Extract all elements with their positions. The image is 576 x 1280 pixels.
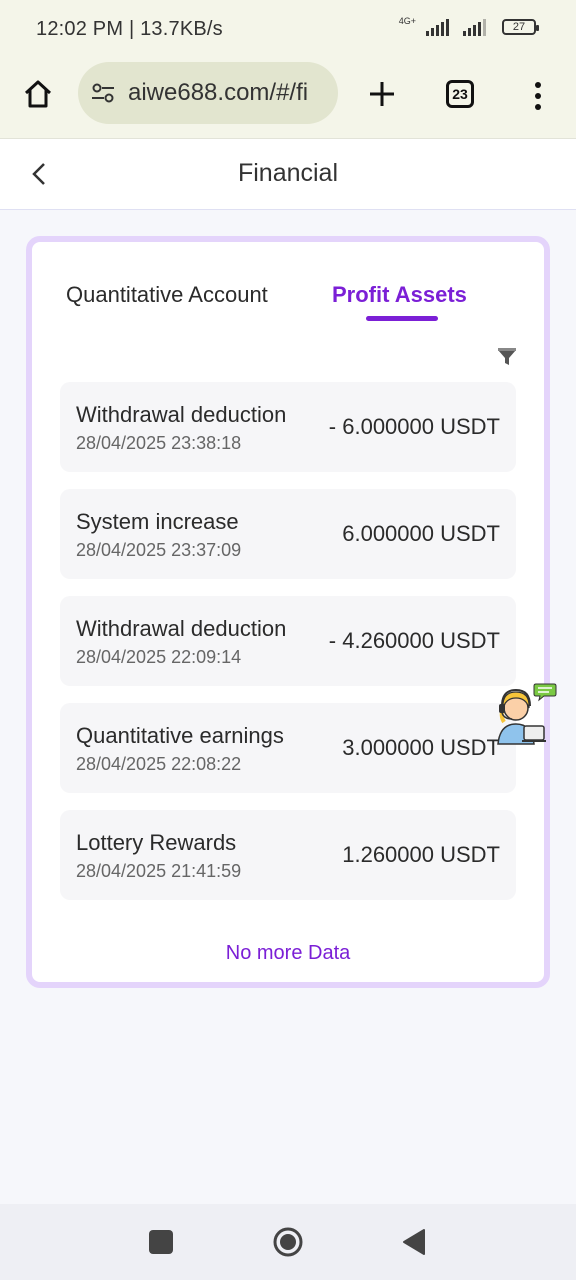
nav-back-icon[interactable]	[402, 1228, 426, 1256]
record-title: Withdrawal deduction	[76, 616, 287, 641]
record-title: Lottery Rewards	[76, 830, 237, 855]
customer-support-icon[interactable]	[492, 678, 558, 746]
filter-icon[interactable]	[496, 346, 518, 368]
tab-count: 23	[452, 86, 468, 102]
battery-icon: 27	[502, 19, 539, 35]
list-item[interactable]: Withdrawal deduction 28/04/2025 23:38:18…	[60, 382, 516, 472]
more-vert-icon[interactable]	[526, 76, 550, 116]
record-list: Withdrawal deduction 28/04/2025 23:38:18…	[60, 382, 516, 917]
record-title: Quantitative earnings	[76, 723, 284, 748]
financial-card: Quantitative Account Profit Assets Withd…	[26, 236, 550, 988]
record-amount: 1.260000 USDT	[342, 842, 500, 867]
record-title: System increase	[76, 509, 239, 534]
signal-icon	[426, 18, 449, 36]
signal-icon	[463, 18, 486, 36]
status-bar: 12:02 PM | 13.7KB/s 4G+ 27	[0, 0, 576, 60]
system-nav-bar	[0, 1204, 576, 1280]
address-bar[interactable]: aiwe688.com/#/fi	[78, 62, 338, 124]
tune-icon[interactable]	[90, 80, 116, 106]
home-icon[interactable]	[18, 74, 58, 114]
record-time: 28/04/2025 22:09:14	[76, 647, 242, 667]
page-header: Financial	[0, 139, 576, 210]
tab-quantitative-account[interactable]: Quantitative Account	[66, 282, 268, 308]
record-amount: 3.000000 USDT	[342, 735, 500, 760]
record-time: 28/04/2025 22:08:22	[76, 754, 242, 774]
no-more-data-text: No more Data	[225, 942, 351, 964]
recents-icon[interactable]	[149, 1230, 173, 1254]
url-text: aiwe688.com/#/fi	[128, 79, 309, 106]
active-tab-indicator	[366, 316, 438, 321]
record-time: 28/04/2025 21:41:59	[76, 861, 242, 881]
tabs-button[interactable]: 23	[446, 80, 474, 108]
record-amount: 6.000000 USDT	[342, 521, 500, 546]
record-time: 28/04/2025 23:37:09	[76, 540, 242, 560]
page-title: Financial	[237, 159, 339, 187]
browser-chrome: 12:02 PM | 13.7KB/s 4G+ 27 aiwe688.com/#…	[0, 0, 576, 139]
status-time: 12:02 PM | 13.7KB/s	[36, 18, 223, 40]
list-item[interactable]: System increase 28/04/2025 23:37:09 6.00…	[60, 489, 516, 579]
record-amount: - 6.000000 USDT	[328, 414, 500, 439]
network-type: 4G+	[398, 15, 416, 26]
list-item[interactable]: Lottery Rewards 28/04/2025 21:41:59 1.26…	[60, 810, 516, 900]
tab-profit-assets[interactable]: Profit Assets	[332, 282, 467, 308]
list-item[interactable]: Withdrawal deduction 28/04/2025 22:09:14…	[60, 596, 516, 686]
list-item[interactable]: Quantitative earnings 28/04/2025 22:08:2…	[60, 703, 516, 793]
new-tab-plus-icon[interactable]	[362, 74, 402, 114]
record-amount: - 4.260000 USDT	[328, 628, 500, 653]
battery-level: 27	[512, 21, 526, 33]
record-time: 28/04/2025 23:38:18	[76, 433, 242, 453]
browser-toolbar: aiwe688.com/#/fi 23	[0, 60, 576, 130]
nav-home-icon[interactable]	[272, 1226, 304, 1258]
status-icons: 4G+ 27	[398, 15, 539, 36]
record-title: Withdrawal deduction	[76, 402, 287, 427]
